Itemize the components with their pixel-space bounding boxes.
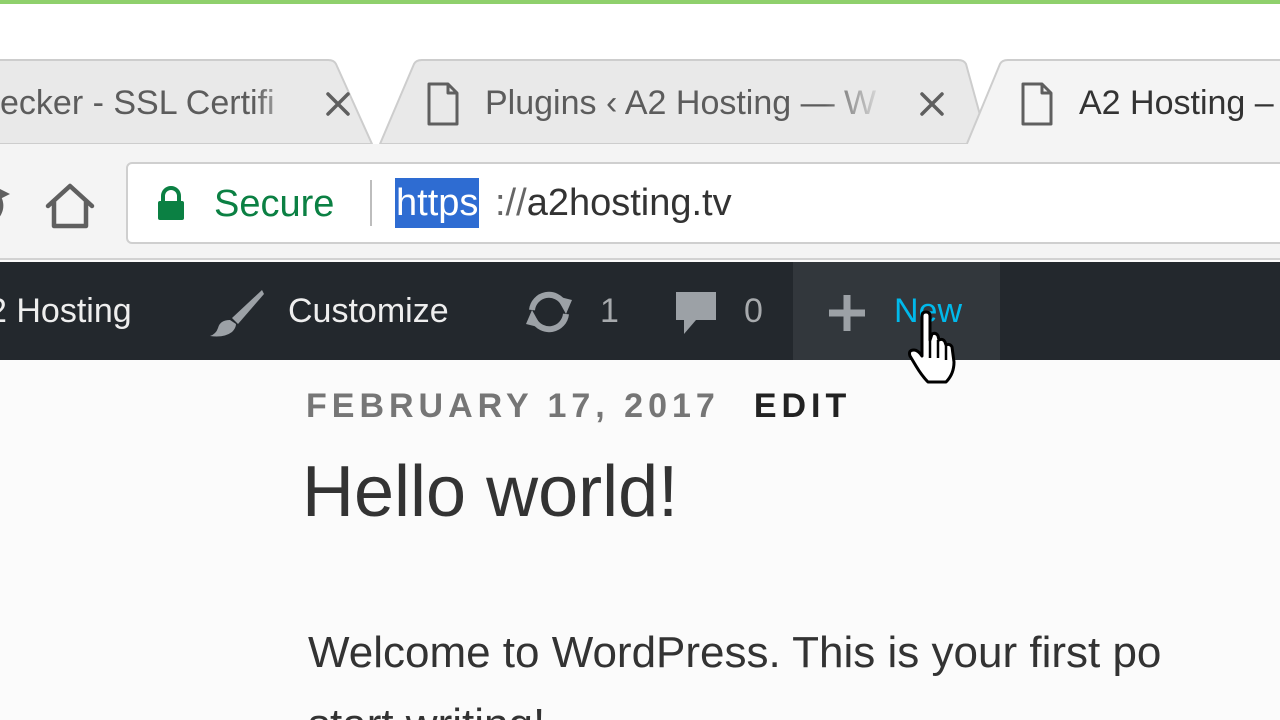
post-meta: FEBRUARY 17, 2017 EDIT: [306, 384, 851, 428]
close-icon[interactable]: [324, 90, 352, 118]
tab-title: Plugins ‹ A2 Hosting — W: [485, 84, 877, 122]
admin-bar-customize[interactable]: Customize: [288, 262, 449, 360]
tab-ssl-checker[interactable]: ecker - SSL Certifi: [0, 59, 400, 146]
reload-icon[interactable]: [0, 182, 10, 226]
post-title[interactable]: Hello world!: [302, 450, 678, 534]
post-date[interactable]: FEBRUARY 17, 2017: [306, 387, 720, 425]
admin-bar-comments-count[interactable]: 0: [744, 262, 763, 360]
url-host: a2hosting.tv: [526, 182, 732, 224]
page-icon: [427, 82, 459, 126]
address-separator: [370, 180, 372, 226]
admin-bar-updates-count[interactable]: 1: [600, 262, 619, 360]
wp-admin-bar: [0, 262, 1280, 360]
page-icon: [1021, 82, 1053, 126]
close-icon[interactable]: [918, 90, 946, 118]
home-icon[interactable]: [42, 182, 98, 230]
url-scheme-selected[interactable]: https: [395, 178, 480, 228]
url-separator: ://: [495, 182, 527, 224]
tab-a2-hosting[interactable]: A2 Hosting –: [964, 59, 1280, 147]
post-edit-link[interactable]: EDIT: [754, 387, 851, 425]
url-text[interactable]: ://a2hosting.tv: [495, 178, 732, 228]
post-body-line: Welcome to WordPress. This is your first…: [308, 628, 1162, 677]
secure-label[interactable]: Secure: [214, 180, 334, 228]
toolbar-divider: [0, 258, 1280, 260]
updates-icon[interactable]: [520, 288, 578, 336]
plus-icon[interactable]: [826, 292, 868, 334]
comment-icon[interactable]: [672, 290, 720, 336]
tab-title: ecker - SSL Certifi: [0, 84, 275, 122]
tab-plugins[interactable]: Plugins ‹ A2 Hosting — W: [378, 59, 990, 146]
admin-bar-site-name[interactable]: 2 Hosting: [0, 262, 132, 360]
lock-icon[interactable]: [156, 186, 186, 222]
post-body-line: start writing!: [308, 696, 545, 720]
hand-cursor-icon: [908, 310, 956, 384]
tab-title: A2 Hosting –: [1079, 84, 1274, 122]
paintbrush-icon[interactable]: [208, 286, 266, 338]
